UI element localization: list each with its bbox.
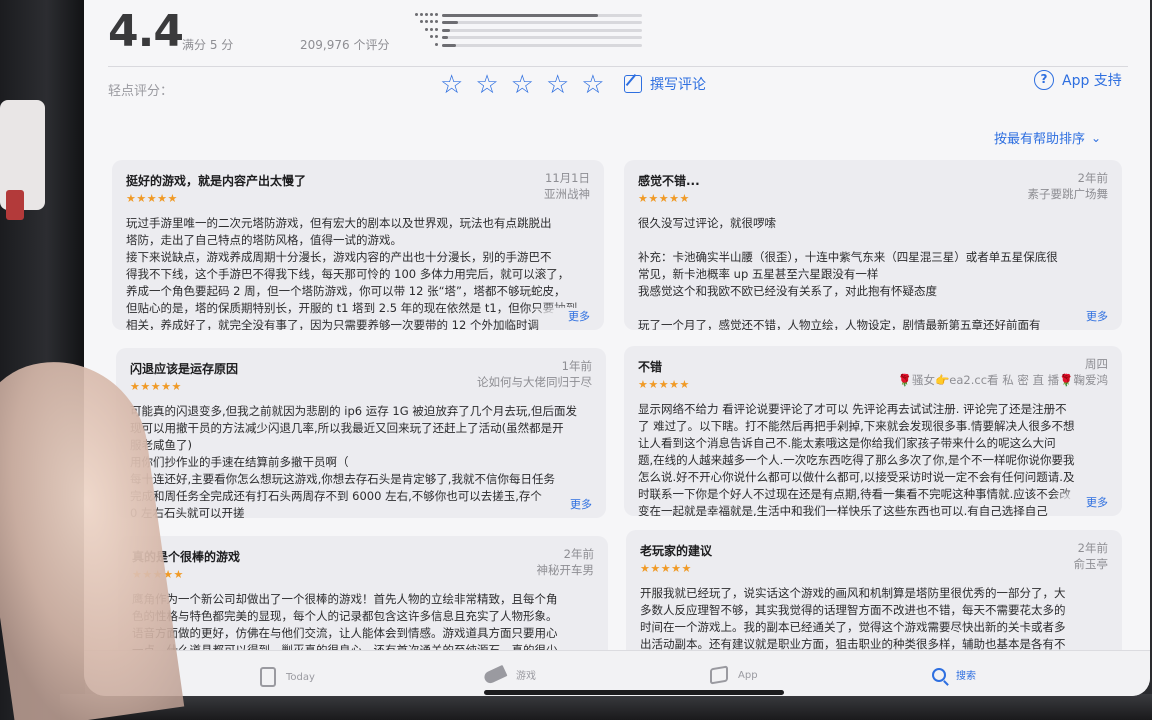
app-support-button[interactable]: ? App 支持 <box>1034 70 1122 90</box>
app-store-screen: 4.4 满分 5 分 209,976 个评分 轻点评分： ☆ ☆ ☆ ☆ ☆ 撰… <box>84 0 1150 696</box>
review-card[interactable]: 老玩家的建议 2年前 俞玉亭 ★★★★★ 开服我就已经玩了，说实话这个游戏的画风… <box>626 530 1122 666</box>
review-stars: ★★★★★ <box>640 562 692 575</box>
rate-star-1[interactable]: ☆ <box>440 70 463 100</box>
review-date: 2年前 <box>563 547 594 561</box>
tap-to-rate-stars: ☆ ☆ ☆ ☆ ☆ <box>440 70 605 100</box>
average-rating: 4.4 <box>108 6 184 57</box>
rate-star-5[interactable]: ☆ <box>581 70 604 100</box>
dist-fill <box>442 28 450 32</box>
tab-apps[interactable]: App <box>710 665 758 685</box>
app-support-label: App 支持 <box>1062 73 1122 89</box>
review-date: 1年前 <box>561 359 592 373</box>
chevron-down-icon: ⌄ <box>1091 130 1102 145</box>
review-author: 🌹骚女👉ea2.cc看 私 密 直 播🌹鞠爱鸿 <box>897 373 1108 387</box>
review-date: 11月1日 <box>545 171 590 185</box>
review-body: 玩过手游里唯一的二次元塔防游戏，但有宏大的剧本以及世界观，玩法也有点跳脱出 塔防… <box>126 216 578 330</box>
review-title: 真的是个很棒的游戏 <box>132 550 241 564</box>
rate-star-4[interactable]: ☆ <box>546 70 569 100</box>
write-review-label: 撰写评论 <box>650 77 706 93</box>
dist-row-5 <box>402 12 642 18</box>
more-link[interactable]: 更多 <box>554 308 590 324</box>
device-bezel-bottom <box>60 694 1152 720</box>
review-date: 周四 <box>1085 357 1108 371</box>
dist-fill <box>442 21 458 24</box>
review-card[interactable]: 真的是个很棒的游戏 2年前 神秘开车男 ★★★★★ 鹰角作为一个新公司却做出了一… <box>118 536 608 666</box>
review-author: 素子要跳广场舞 <box>1027 187 1109 201</box>
review-stars: ★★★★★ <box>126 192 178 205</box>
review-date: 2年前 <box>1077 171 1108 185</box>
dist-row-4 <box>402 20 642 26</box>
tab-games[interactable]: 游戏 <box>482 664 536 685</box>
home-indicator <box>484 690 784 695</box>
compose-icon <box>624 75 642 93</box>
write-review-button[interactable]: 撰写评论 <box>624 74 706 94</box>
review-author: 论如何与大佬同归于尽 <box>477 375 592 389</box>
review-card[interactable]: 闪退应该是运存原因 1年前 论如何与大佬同归于尽 ★★★★★ 可能真的闪退变多,… <box>116 348 606 518</box>
dist-row-2 <box>402 35 642 41</box>
tab-label: 游戏 <box>516 671 536 682</box>
review-body: 显示网络不给力 看评论说要评论了才可以 先评论再去试试注册. 评论完了还是注册不… <box>638 402 1075 516</box>
rating-scale: 满分 5 分 <box>182 38 234 52</box>
review-stars: ★★★★★ <box>132 568 594 581</box>
review-title: 挺好的游戏，就是内容产出太慢了 <box>126 174 307 188</box>
review-title: 老玩家的建议 <box>640 544 713 558</box>
dist-fill <box>442 36 448 39</box>
divider <box>108 66 1128 67</box>
dist-fill <box>442 13 598 17</box>
rate-star-2[interactable]: ☆ <box>475 70 498 100</box>
review-body: 很久没写过评论，就很啰嗦 补充：卡池确实半山腰（很歪），十连中紫气东来（四星混三… <box>638 216 1058 330</box>
dist-fill <box>442 43 456 47</box>
tab-today[interactable]: Today <box>260 667 315 687</box>
review-author: 亚洲战神 <box>544 187 590 201</box>
background-object <box>6 190 24 220</box>
review-card[interactable]: 不错 周四 🌹骚女👉ea2.cc看 私 密 直 播🌹鞠爱鸿 ★★★★★ 显示网络… <box>624 346 1122 516</box>
sort-button[interactable]: 按最有帮助排序 ⌄ <box>994 128 1102 148</box>
more-link[interactable]: 更多 <box>556 496 592 512</box>
review-date: 2年前 <box>1077 541 1108 555</box>
review-card[interactable]: 挺好的游戏，就是内容产出太慢了 11月1日 亚洲战神 ★★★★★ 玩过手游里唯一… <box>112 160 604 330</box>
apps-stack-icon <box>710 665 728 685</box>
review-body: 可能真的闪退变多,但我之前就因为悲剧的 ip6 运存 1G 被迫放弃了几个月去玩… <box>130 404 577 518</box>
more-link[interactable]: 更多 <box>1072 494 1108 510</box>
rating-distribution <box>402 12 642 50</box>
rocket-icon <box>482 664 508 685</box>
today-icon <box>260 667 276 687</box>
sort-label: 按最有帮助排序 <box>994 132 1086 147</box>
review-author: 俞玉亭 <box>1073 557 1109 571</box>
review-card[interactable]: 感觉不错... 2年前 素子要跳广场舞 ★★★★★ 很久没写过评论，就很啰嗦 补… <box>624 160 1122 330</box>
rating-count: 209,976 个评分 <box>300 38 390 52</box>
tab-label: Today <box>286 671 315 683</box>
tab-label: 搜索 <box>956 671 976 682</box>
tab-search[interactable]: 搜索 <box>932 667 976 682</box>
more-link[interactable]: 更多 <box>1072 308 1108 324</box>
question-mark-icon: ? <box>1034 70 1054 90</box>
dist-row-1 <box>402 42 642 48</box>
search-icon <box>932 667 946 682</box>
tap-to-rate-label: 轻点评分： <box>108 84 174 99</box>
dist-row-3 <box>402 27 642 33</box>
tab-label: App <box>738 669 758 681</box>
rate-star-3[interactable]: ☆ <box>511 70 534 100</box>
review-author: 神秘开车男 <box>536 563 595 577</box>
